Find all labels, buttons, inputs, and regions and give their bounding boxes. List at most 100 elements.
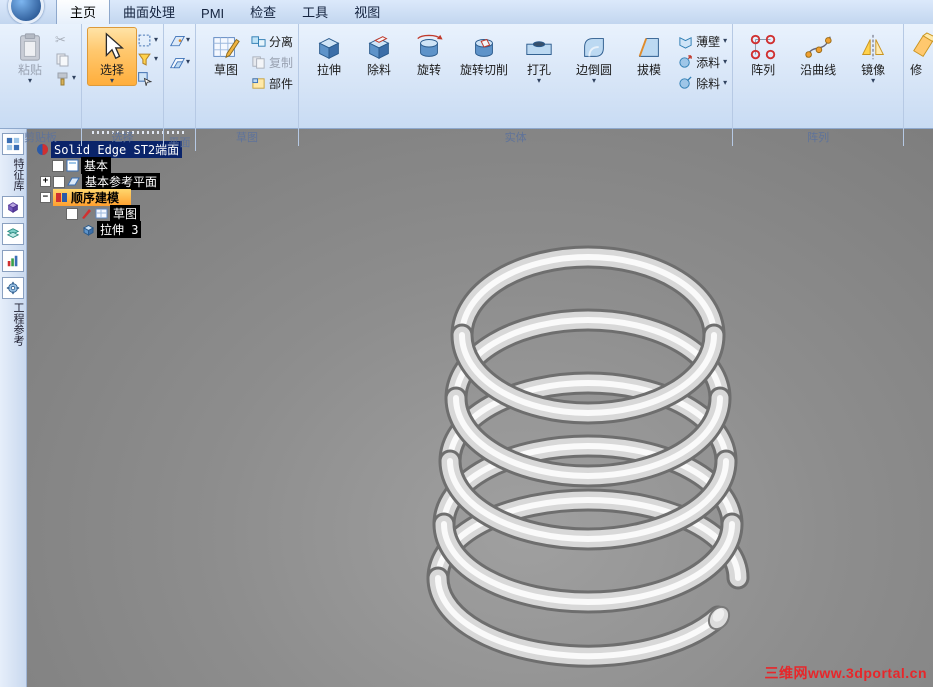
format-brush-icon bbox=[55, 71, 70, 86]
select-cursor-icon bbox=[97, 32, 127, 62]
selection-box-icon bbox=[137, 33, 152, 48]
checkbox[interactable] bbox=[53, 175, 65, 188]
revolved-cut-label: 旋转切削 bbox=[460, 63, 509, 77]
group-label-solids: 实体 bbox=[504, 132, 527, 144]
tree-row-sketch[interactable]: 草图 bbox=[36, 205, 182, 222]
draft-button[interactable]: 拔模 bbox=[624, 27, 674, 78]
sketch-node-icon bbox=[95, 207, 108, 220]
family-of-parts-tab[interactable] bbox=[2, 196, 24, 218]
tab-tools[interactable]: 工具 bbox=[289, 0, 341, 24]
tab-inspect[interactable]: 检查 bbox=[237, 0, 289, 24]
extrude-button[interactable]: 拉伸 bbox=[304, 27, 354, 78]
dropdown-arrow-icon: ▾ bbox=[871, 76, 876, 85]
engineering-reference-tab[interactable] bbox=[2, 277, 24, 299]
ribbon-group-select: 选择 ▾ ▾ ▾ 选择 bbox=[82, 24, 165, 146]
revolve-icon bbox=[414, 32, 444, 62]
ref-planes-icon bbox=[67, 175, 80, 188]
collapse-icon[interactable]: − bbox=[40, 192, 51, 203]
scissors-icon: ✂ bbox=[55, 31, 66, 47]
select-filter-button[interactable]: ▾ bbox=[137, 51, 158, 67]
component-sketch-button[interactable]: 部件 bbox=[251, 74, 293, 92]
tab-surfacing[interactable]: 曲面处理 bbox=[110, 0, 188, 24]
extrude-box-icon bbox=[314, 32, 344, 62]
ordered-modeling-icon bbox=[55, 191, 68, 204]
detach-button[interactable]: 分离 bbox=[251, 32, 293, 50]
more-planes-button[interactable]: ▾ bbox=[169, 54, 190, 70]
cut-button[interactable]: ✂ bbox=[55, 32, 76, 48]
hole-button[interactable]: 打孔 ▾ bbox=[514, 27, 564, 86]
copy-button[interactable] bbox=[55, 51, 76, 67]
group-label-select: 选择 bbox=[111, 132, 134, 144]
remove-material-label: 除料 bbox=[696, 76, 721, 91]
tab-home[interactable]: 主页 bbox=[56, 0, 111, 24]
tree-row-extrude3[interactable]: 拉伸 3 bbox=[36, 221, 182, 238]
dropdown-arrow-icon: ▾ bbox=[186, 57, 191, 66]
group-label-clipboard: 剪贴板 bbox=[24, 132, 57, 144]
dropdown-arrow-icon: ▾ bbox=[154, 54, 159, 63]
modify-button[interactable]: 修 bbox=[909, 27, 933, 78]
revolve-label: 旋转 bbox=[417, 63, 442, 77]
thin-wall-icon bbox=[678, 34, 693, 49]
tree-label-extrude3[interactable]: 拉伸 3 bbox=[97, 221, 142, 238]
mirror-button[interactable]: 镜像 ▾ bbox=[848, 27, 898, 86]
draft-icon bbox=[634, 32, 664, 62]
tree-label-ordered[interactable]: 顺序建模 bbox=[53, 189, 132, 206]
tree-row-base[interactable]: 基本 bbox=[36, 157, 182, 174]
format-painter-button[interactable]: ▾ bbox=[55, 70, 76, 86]
angled-plane-icon bbox=[169, 55, 186, 70]
copy-sketch-label: 复制 bbox=[269, 55, 294, 70]
dropdown-arrow-icon: ▾ bbox=[723, 78, 728, 87]
tree-label-sketch[interactable]: 草图 bbox=[110, 205, 141, 222]
coincident-plane-button[interactable]: ▾ bbox=[169, 32, 190, 48]
revolved-cut-button[interactable]: 旋转切削 bbox=[454, 27, 514, 78]
detach-icon bbox=[251, 34, 266, 49]
copy-icon bbox=[55, 52, 70, 67]
application-menu-button[interactable] bbox=[8, 0, 44, 24]
cut-button[interactable]: 除料 bbox=[354, 27, 404, 78]
expand-icon[interactable]: + bbox=[40, 176, 51, 187]
add-material-label: 添料 bbox=[696, 55, 721, 70]
thin-wall-label: 薄壁 bbox=[696, 34, 721, 49]
select-box-mode-button[interactable]: ▾ bbox=[137, 32, 158, 48]
reference-plane-icon bbox=[169, 33, 186, 48]
base-node-icon bbox=[66, 159, 79, 172]
tab-view[interactable]: 视图 bbox=[341, 0, 393, 24]
select-priority-icon bbox=[137, 71, 153, 87]
revolve-button[interactable]: 旋转 bbox=[404, 27, 454, 78]
along-curve-button[interactable]: 沿曲线 bbox=[788, 27, 848, 78]
round-button[interactable]: 边倒圆 ▾ bbox=[564, 27, 624, 86]
tree-row-ordered[interactable]: − 顺序建模 bbox=[36, 189, 182, 206]
thin-wall-button[interactable]: 薄壁 ▾ bbox=[678, 32, 727, 50]
detach-label: 分离 bbox=[269, 34, 294, 49]
sketch-grid-icon bbox=[211, 32, 241, 62]
sketch-label: 草图 bbox=[214, 63, 239, 77]
dropdown-arrow-icon: ▾ bbox=[186, 35, 191, 44]
add-material-icon bbox=[678, 54, 693, 70]
pattern-grid-icon bbox=[748, 32, 778, 62]
copy-sketch-button[interactable]: 复制 bbox=[251, 53, 293, 71]
add-material-button[interactable]: 添料 ▾ bbox=[678, 53, 727, 71]
dropdown-arrow-icon: ▾ bbox=[592, 76, 597, 85]
ribbon-group-sketch: 草图 分离 复制 部件 草图 bbox=[196, 24, 300, 146]
pattern-button[interactable]: 阵列 bbox=[738, 27, 788, 78]
remove-material-button[interactable]: 除料 ▾ bbox=[678, 74, 727, 92]
ribbon-group-clipboard: 粘贴 ▾ ✂ ▾ 剪贴板 bbox=[0, 24, 83, 146]
checkbox[interactable] bbox=[52, 159, 64, 172]
dropdown-arrow-icon: ▾ bbox=[72, 73, 77, 82]
ribbon-group-plane: ▾ ▾ 平面 bbox=[164, 24, 197, 151]
checkbox[interactable] bbox=[66, 207, 78, 220]
select-priority-button[interactable] bbox=[137, 70, 158, 87]
round-edge-icon bbox=[579, 32, 609, 62]
dropdown-arrow-icon: ▾ bbox=[110, 76, 115, 85]
paste-button[interactable]: 粘贴 ▾ bbox=[5, 27, 55, 86]
layers-tab[interactable] bbox=[2, 223, 24, 245]
sketch-button[interactable]: 草图 bbox=[201, 27, 251, 78]
tree-label-base[interactable]: 基本 bbox=[81, 157, 112, 174]
select-button[interactable]: 选择 ▾ bbox=[87, 27, 138, 86]
filter-funnel-icon bbox=[137, 52, 152, 67]
sensors-tab[interactable] bbox=[2, 250, 24, 272]
edgebar: 特征库 工程参考 bbox=[0, 128, 27, 687]
tree-row-ref-planes[interactable]: + 基本参考平面 bbox=[36, 173, 182, 190]
tab-pmi[interactable]: PMI bbox=[188, 2, 237, 24]
tree-label-ref-planes[interactable]: 基本参考平面 bbox=[82, 173, 161, 190]
